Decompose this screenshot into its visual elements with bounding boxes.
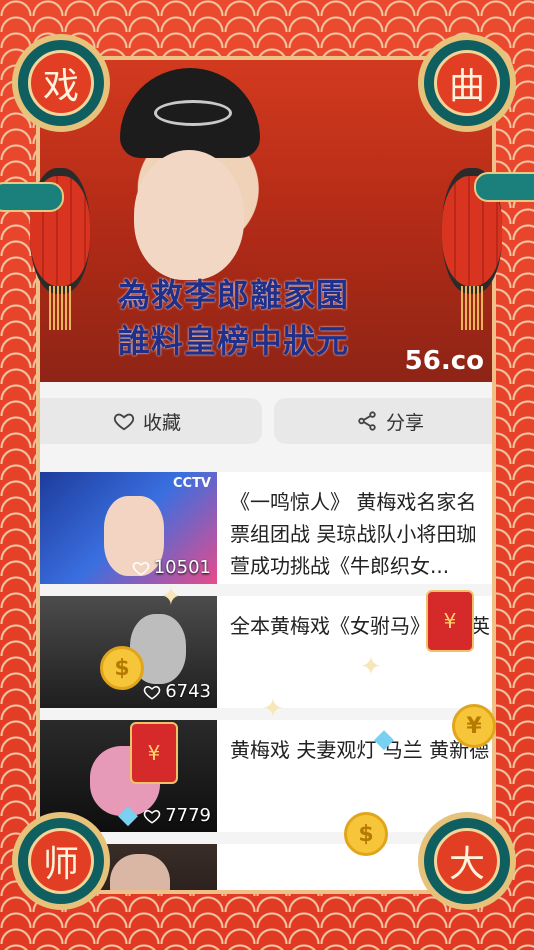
coin-icon: $ [100,646,144,690]
share-button[interactable]: 分享 [274,398,492,444]
red-packet-icon: ¥ [130,722,178,784]
heart-icon [132,561,149,576]
corner-char: 大 [434,828,500,894]
coin-icon: $ [344,812,388,856]
corner-medal-bottom-left: 师 [12,812,110,910]
diamond-icon: ◆ [374,724,394,754]
share-icon [358,411,376,431]
like-count: 6743 [143,681,211,702]
video-subtitle-line2: 誰料皇榜中狀元 [118,322,350,360]
video-subtitle-line1: 為救李郎離家園 [118,276,350,314]
favorite-button[interactable]: 收藏 [40,398,262,444]
diamond-icon: ◆ [118,800,138,830]
coin-icon: ¥ [452,704,496,748]
list-item[interactable]: 7779 黄梅戏 夫妻观灯 马兰 黄新德 [40,720,492,832]
tassel-decoration [49,286,71,330]
performer-image [110,854,170,890]
video-title[interactable]: 《一鸣惊人》 黄梅戏名家名票组团战 吴琼战队小将田珈萱成功挑战《牛郎织女... [230,486,492,582]
like-count-value: 7779 [165,805,211,826]
sparkle-icon: ✦ [160,582,182,612]
corner-medal-top-left: 戏 [12,34,110,132]
video-title[interactable]: 黄梅戏 夫妻观灯 马兰 黄新德 [230,734,492,766]
corner-char: 师 [28,828,94,894]
heart-icon [143,685,161,700]
corner-medal-bottom-right: 大 [418,812,516,910]
video-thumbnail[interactable]: CCTV 10501 [40,472,217,584]
opera-hat [120,68,260,158]
like-count: 7779 [143,805,211,826]
cloud-decoration [0,182,64,212]
sparkle-icon: ✦ [262,694,284,724]
sparkle-icon: ✦ [360,652,382,682]
action-bar: 收藏 分享 [40,398,492,450]
tassel-decoration [461,286,483,330]
like-count-value: 6743 [165,681,211,702]
corner-char: 戏 [28,50,94,116]
content-frame: 為救李郎離家園 誰料皇榜中狀元 56.co 收藏 分享 CCTV 10501 《… [36,56,496,894]
corner-medal-top-right: 曲 [418,34,516,132]
like-count: 10501 [132,557,211,578]
share-label: 分享 [385,411,424,434]
corner-char: 曲 [434,50,500,116]
cloud-decoration [474,172,534,202]
video-watermark: 56.co [404,346,484,376]
performer-face [134,150,244,280]
like-count-value: 10501 [153,557,211,578]
heart-icon [113,413,135,431]
red-packet-icon: ¥ [426,590,474,652]
cctv-badge: CCTV [172,476,211,491]
favorite-label: 收藏 [142,411,181,434]
list-item[interactable]: CCTV 10501 《一鸣惊人》 黄梅戏名家名票组团战 吴琼战队小将田珈萱成功… [40,472,492,584]
heart-icon [143,809,161,824]
